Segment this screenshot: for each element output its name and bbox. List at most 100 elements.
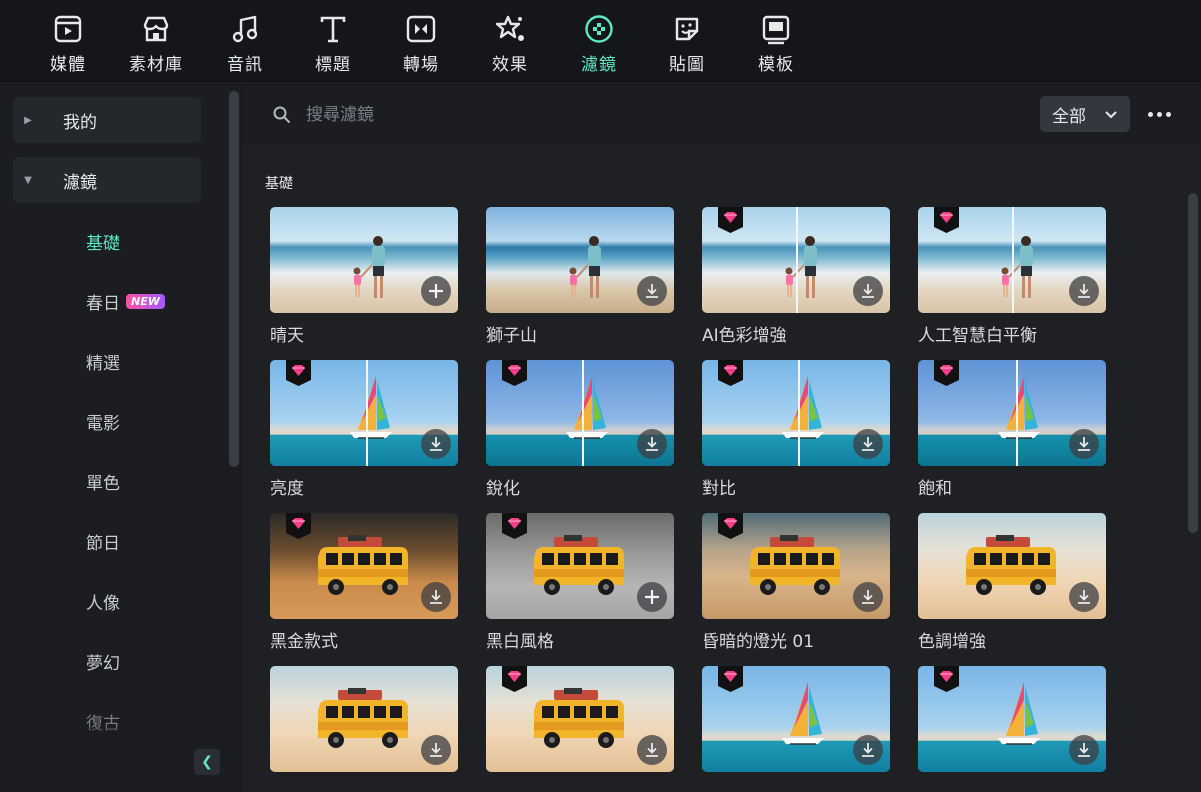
sidebar-fade <box>0 725 228 737</box>
download-icon <box>862 743 874 757</box>
sidebar-item-mono[interactable]: 單色 <box>86 469 120 494</box>
filter-card[interactable]: 色調增強 <box>918 513 1106 652</box>
sidebar-group-filters[interactable]: ▼ 濾鏡 <box>13 157 201 203</box>
filter-card[interactable] <box>918 666 1106 780</box>
filter-thumbnail <box>918 207 1106 313</box>
filter-card[interactable]: 亮度 <box>270 360 458 499</box>
download-icon <box>430 437 442 451</box>
sidebar-item-featured[interactable]: 精選 <box>86 349 120 374</box>
media-icon <box>54 15 82 43</box>
tab-audio[interactable]: 音訊 <box>209 12 281 78</box>
filter-thumbnail <box>270 666 458 772</box>
filter-label: 銳化 <box>486 479 520 499</box>
download-filter-button[interactable] <box>853 276 883 306</box>
before-after-divider <box>366 360 368 466</box>
tab-label: 素材庫 <box>129 55 183 75</box>
chevron-down-icon <box>1105 111 1117 119</box>
filter-card[interactable] <box>702 666 890 780</box>
filter-card[interactable] <box>270 666 458 780</box>
download-filter-button[interactable] <box>1069 582 1099 612</box>
download-icon <box>1078 743 1090 757</box>
filter-card[interactable]: 黑白風格 <box>486 513 674 652</box>
tab-effects[interactable]: 效果 <box>474 12 546 78</box>
sidebar-item-movie[interactable]: 電影 <box>86 409 120 434</box>
add-filter-button[interactable] <box>637 582 667 612</box>
download-filter-button[interactable] <box>637 429 667 459</box>
premium-diamond-icon <box>502 666 527 692</box>
filter-card[interactable]: 人工智慧白平衡 <box>918 207 1106 346</box>
title-text-icon <box>320 16 346 43</box>
download-filter-button[interactable] <box>421 582 451 612</box>
sticker-icon <box>675 17 699 41</box>
download-icon <box>1078 590 1090 604</box>
tab-label: 轉場 <box>403 55 439 75</box>
premium-diamond-icon <box>718 207 743 233</box>
premium-diamond-icon <box>286 513 311 539</box>
sidebar-scrollbar[interactable] <box>229 91 239 467</box>
search-input[interactable] <box>306 101 906 129</box>
filter-card[interactable]: 黑金款式 <box>270 513 458 652</box>
download-icon <box>646 437 658 451</box>
tab-templates[interactable]: 模板 <box>740 12 812 78</box>
sidebar-item-spring[interactable]: 春日 NEW <box>86 289 165 314</box>
sidebar-item-dreamy[interactable]: 夢幻 <box>86 649 120 674</box>
thumb-sailboat <box>782 376 824 439</box>
download-filter-button[interactable] <box>1069 735 1099 765</box>
collapse-sidebar-button[interactable]: ❮ <box>194 749 220 775</box>
more-options-button[interactable] <box>1144 101 1174 127</box>
filter-card[interactable]: 對比 <box>702 360 890 499</box>
thumb-bus <box>534 535 624 595</box>
download-filter-button[interactable] <box>853 582 883 612</box>
tab-filters[interactable]: 濾鏡 <box>563 12 635 78</box>
chevron-right-icon: ▶ <box>24 114 32 126</box>
sidebar-group-mine[interactable]: ▶ 我的 <box>13 97 201 143</box>
download-icon <box>1078 284 1090 298</box>
thumb-sailboat <box>566 376 608 439</box>
top-tab-bar: 媒體 素材庫 音訊 標題 轉場 效果 濾鏡 貼圖 模板 <box>0 0 1201 84</box>
add-icon <box>645 590 659 604</box>
tab-stickers[interactable]: 貼圖 <box>651 12 723 78</box>
download-filter-button[interactable] <box>853 735 883 765</box>
filter-card[interactable] <box>486 666 674 780</box>
template-icon <box>762 15 790 45</box>
sidebar-item-holiday[interactable]: 節日 <box>86 529 120 554</box>
filter-card[interactable]: 昏暗的燈光 01 <box>702 513 890 652</box>
filter-card[interactable]: 晴天 <box>270 207 458 346</box>
dot <box>1147 111 1153 117</box>
download-icon <box>646 743 658 757</box>
tab-titles[interactable]: 標題 <box>297 12 369 78</box>
download-filter-button[interactable] <box>421 429 451 459</box>
download-filter-button[interactable] <box>637 735 667 765</box>
sidebar-item-label: 人像 <box>86 594 120 614</box>
tab-stock[interactable]: 素材庫 <box>120 12 192 78</box>
before-after-divider <box>1016 360 1018 466</box>
filter-label: 色調增強 <box>918 632 986 652</box>
download-filter-button[interactable] <box>637 276 667 306</box>
content-scrollbar[interactable] <box>1188 193 1198 533</box>
filter-label: 晴天 <box>270 326 304 346</box>
filter-card[interactable]: 獅子山 <box>486 207 674 346</box>
download-icon <box>862 284 874 298</box>
before-after-divider <box>796 207 798 313</box>
download-icon <box>430 590 442 604</box>
filter-card[interactable]: 飽和 <box>918 360 1106 499</box>
download-filter-button[interactable] <box>853 429 883 459</box>
filter-card[interactable]: AI色彩增強 <box>702 207 890 346</box>
download-filter-button[interactable] <box>1069 276 1099 306</box>
filter-card[interactable]: 銳化 <box>486 360 674 499</box>
thumb-bus <box>318 688 408 748</box>
filter-label: 人工智慧白平衡 <box>918 326 1037 346</box>
sidebar-item-basic[interactable]: 基礎 <box>86 229 120 254</box>
tab-media[interactable]: 媒體 <box>32 12 104 78</box>
download-filter-button[interactable] <box>1069 429 1099 459</box>
thumb-bus <box>534 688 624 748</box>
download-filter-button[interactable] <box>421 735 451 765</box>
filter-thumbnail <box>918 666 1106 772</box>
sidebar-item-portrait[interactable]: 人像 <box>86 589 120 614</box>
thumb-person <box>353 236 385 298</box>
effects-icon <box>495 15 524 41</box>
tab-transitions[interactable]: 轉場 <box>385 12 457 78</box>
filter-thumbnail <box>702 360 890 466</box>
category-dropdown[interactable]: 全部 <box>1040 96 1130 132</box>
add-filter-button[interactable] <box>421 276 451 306</box>
